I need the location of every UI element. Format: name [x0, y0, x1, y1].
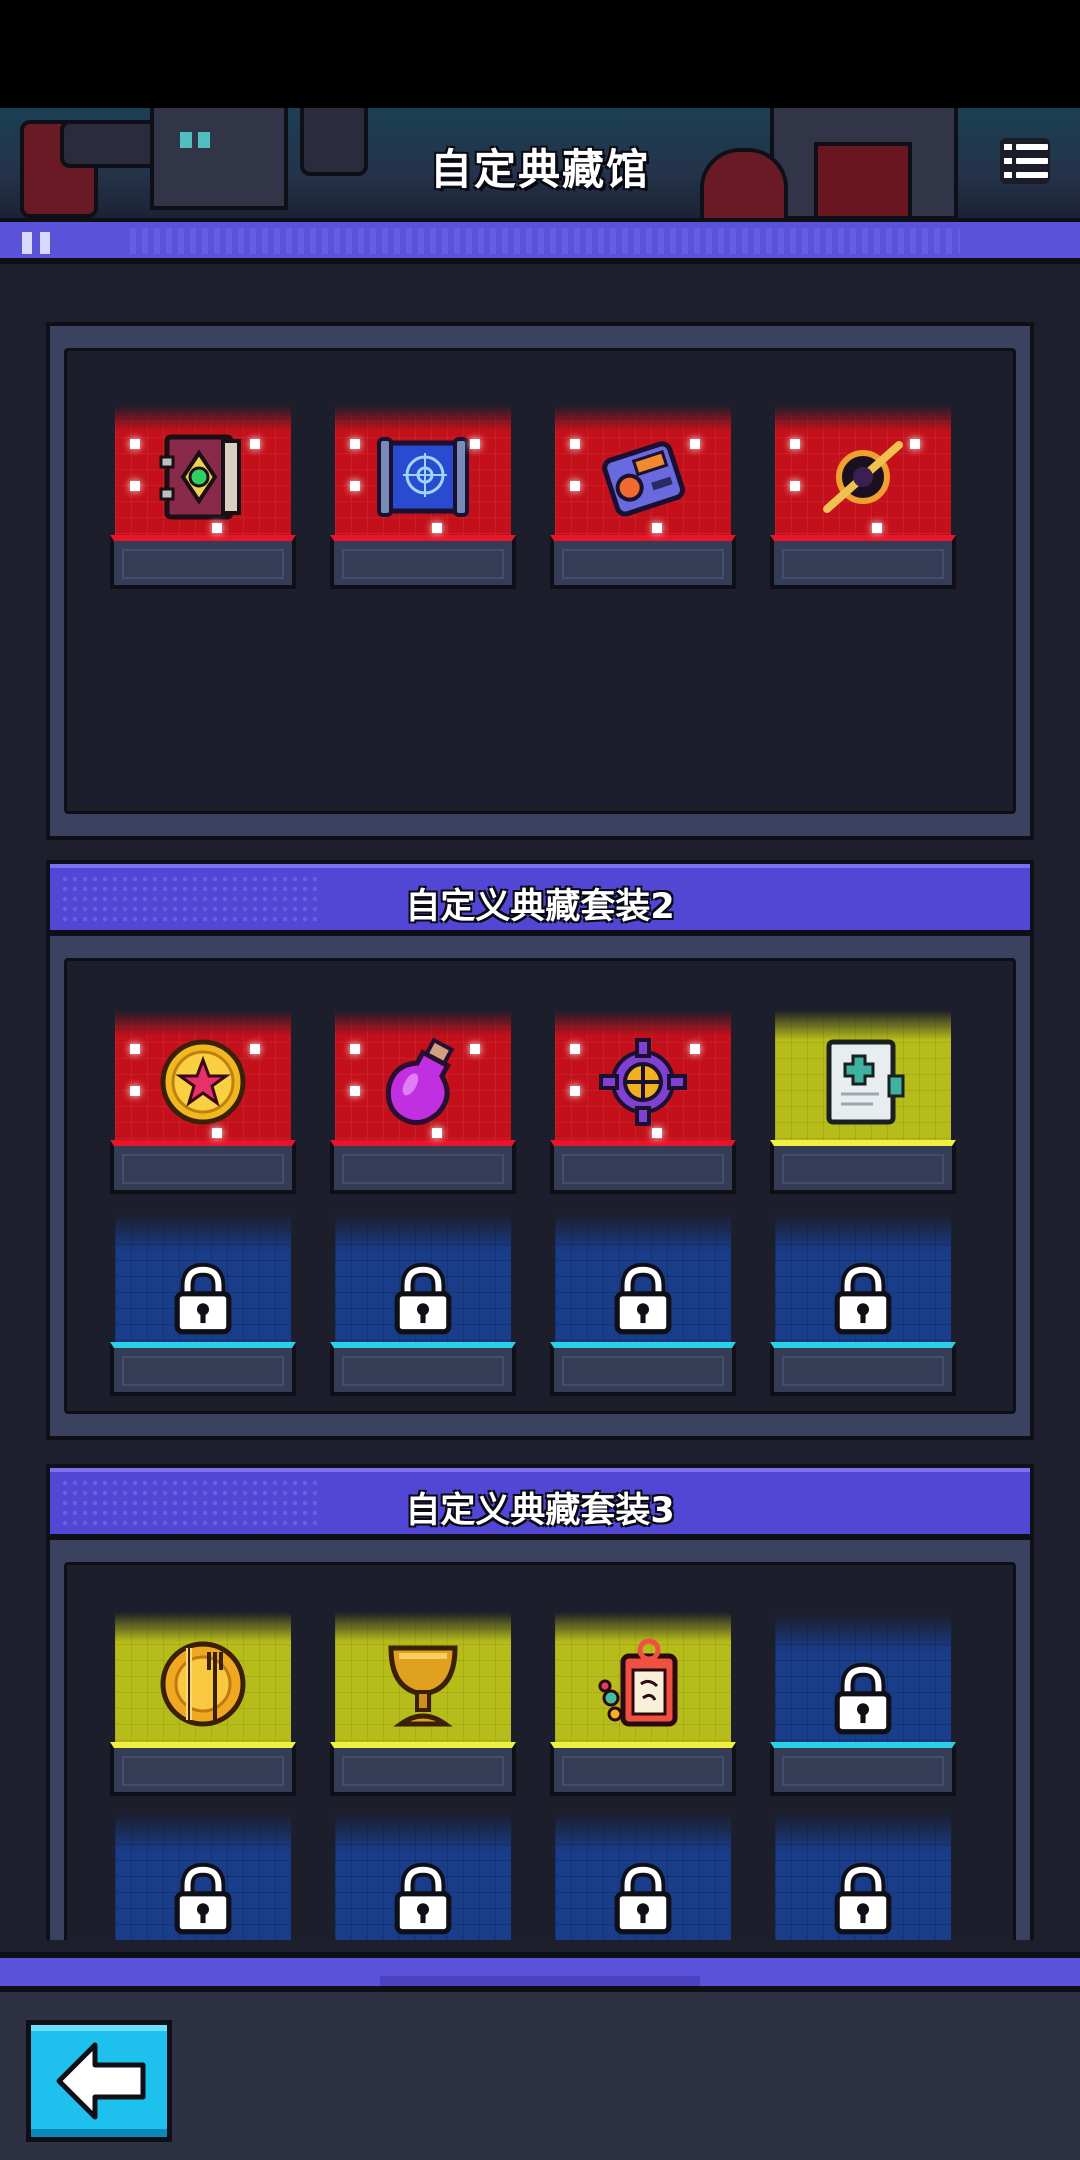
collection-item-slot[interactable]: [330, 405, 520, 595]
slot-pedestal: [110, 535, 296, 589]
locked-collection-slot[interactable]: [550, 1212, 740, 1402]
sparkle-decoration: [130, 1086, 140, 1096]
collection-set-title: 自定义典藏套装3: [405, 1491, 675, 1531]
slot-pedestal: [550, 1140, 736, 1194]
locked-collection-slot[interactable]: [110, 1212, 300, 1402]
lock-icon: [380, 1856, 466, 1940]
collection-item-slot[interactable]: [110, 1010, 300, 1200]
lock-icon: [380, 1256, 466, 1342]
sparkle-decoration: [652, 523, 662, 533]
slot-pedestal: [550, 535, 736, 589]
sparkle-decoration: [432, 1128, 442, 1138]
sparkle-decoration: [250, 439, 260, 449]
black-hole-ring-icon: [813, 427, 913, 527]
sparkle-decoration: [872, 523, 882, 533]
sparkle-decoration: [350, 1086, 360, 1096]
back-button[interactable]: [26, 2020, 172, 2142]
locked-collection-slot[interactable]: [110, 1812, 300, 1940]
sparkle-decoration: [212, 523, 222, 533]
footer: [0, 1992, 1080, 2160]
gift-tag-icon: [593, 1634, 693, 1734]
slot-pedestal: [330, 535, 516, 589]
sparkle-decoration: [350, 439, 360, 449]
slot-pedestal: [110, 1140, 296, 1194]
lock-icon: [820, 1856, 906, 1940]
sparkle-decoration: [790, 439, 800, 449]
sparkle-decoration: [570, 1086, 580, 1096]
collection-set-title: 自定义典藏套装2: [405, 887, 675, 927]
sparkle-decoration: [470, 1044, 480, 1054]
purple-gear-icon: [593, 1032, 693, 1132]
sparkle-decoration: [570, 481, 580, 491]
golden-chalice-icon: [373, 1634, 473, 1734]
sparkle-decoration: [432, 523, 442, 533]
plate-cutlery-icon: [153, 1634, 253, 1734]
sparkle-decoration: [910, 439, 920, 449]
lock-icon: [820, 1256, 906, 1342]
sparkle-decoration: [790, 481, 800, 491]
collection-item-slot[interactable]: [770, 405, 960, 595]
bottom-divider-bar: [0, 1952, 1080, 1992]
slot-pedestal: [550, 1742, 736, 1796]
collection-set-header: 自定义典藏套装3: [46, 1464, 1034, 1538]
sparkle-decoration: [130, 481, 140, 491]
slot-pedestal: [770, 1742, 956, 1796]
sparkle-decoration: [570, 439, 580, 449]
sparkle-decoration: [130, 1044, 140, 1054]
slot-pedestal: [770, 1140, 956, 1194]
locked-collection-slot[interactable]: [550, 1812, 740, 1940]
collection-item-slot[interactable]: [330, 1010, 520, 1200]
slot-pedestal: [330, 1342, 516, 1396]
sparkle-decoration: [350, 1044, 360, 1054]
collection-item-slot[interactable]: [110, 405, 300, 595]
locked-collection-slot[interactable]: [770, 1612, 960, 1802]
magic-tome-icon: [153, 427, 253, 527]
top-divider-bar: [0, 218, 1080, 264]
slot-pedestal: [550, 1342, 736, 1396]
collection-set-header: 自定义典藏套装2: [46, 860, 1034, 934]
sparkle-decoration: [690, 439, 700, 449]
collection-item-slot[interactable]: [550, 1010, 740, 1200]
lock-icon: [600, 1256, 686, 1342]
header: 自定典藏馆: [0, 108, 1080, 218]
collection-item-slot[interactable]: [110, 1612, 300, 1802]
collection-item-slot[interactable]: [770, 1010, 960, 1200]
sparkle-decoration: [350, 481, 360, 491]
locked-collection-slot[interactable]: [770, 1212, 960, 1402]
locked-collection-slot[interactable]: [770, 1812, 960, 1940]
star-coin-icon: [153, 1032, 253, 1132]
collection-list[interactable]: 自定义典藏套装2 自定义典藏套装3: [0, 300, 1080, 1940]
slot-pedestal: [330, 1742, 516, 1796]
sparkle-decoration: [250, 1044, 260, 1054]
sparkle-decoration: [652, 1128, 662, 1138]
medical-book-icon: [813, 1032, 913, 1132]
locked-collection-slot[interactable]: [330, 1812, 520, 1940]
slot-pedestal: [770, 535, 956, 589]
slot-pedestal: [330, 1140, 516, 1194]
sparkle-decoration: [212, 1128, 222, 1138]
slot-pedestal: [110, 1742, 296, 1796]
sparkle-decoration: [570, 1044, 580, 1054]
slot-pedestal: [770, 1342, 956, 1396]
blueprint-scroll-icon: [373, 427, 473, 527]
collection-item-slot[interactable]: [550, 1612, 740, 1802]
lock-icon: [600, 1856, 686, 1940]
lock-icon: [160, 1856, 246, 1940]
status-bar: [0, 0, 1080, 108]
menu-button[interactable]: [1000, 138, 1050, 184]
sparkle-decoration: [130, 439, 140, 449]
slot-pedestal: [110, 1342, 296, 1396]
sparkle-decoration: [690, 1044, 700, 1054]
locked-collection-slot[interactable]: [330, 1212, 520, 1402]
purple-potion-icon: [373, 1032, 473, 1132]
sparkle-decoration: [470, 439, 480, 449]
remote-device-icon: [593, 427, 693, 527]
back-arrow-icon: [56, 2042, 146, 2120]
lock-icon: [820, 1656, 906, 1742]
lock-icon: [160, 1256, 246, 1342]
collection-item-slot[interactable]: [330, 1612, 520, 1802]
page-title: 自定典藏馆: [429, 145, 650, 194]
collection-item-slot[interactable]: [550, 405, 740, 595]
